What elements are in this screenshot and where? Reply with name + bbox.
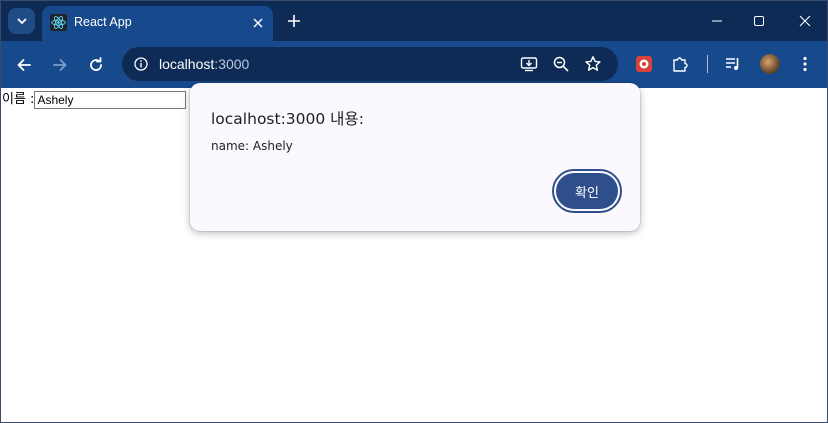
name-input[interactable] [34,91,187,109]
install-app-button[interactable] [519,54,539,74]
plus-icon [288,15,300,27]
toolbar-divider [707,55,708,73]
ok-button[interactable]: 확인 [552,169,622,213]
close-icon [799,15,811,27]
arrow-right-icon [53,59,67,71]
name-form-row: 이름 : [2,91,187,109]
tab-strip: React App [1,1,827,41]
active-tab[interactable]: React App [42,6,273,41]
browser-menu-button[interactable] [795,54,815,74]
url-host: localhost [159,56,215,72]
chevron-down-icon [17,18,26,25]
zoom-button[interactable] [551,54,571,74]
dialog-message: name: Ashely [211,139,293,153]
close-icon [253,18,263,28]
address-bar[interactable]: localhost:3000 [122,47,618,81]
name-label: 이름 : [2,92,35,107]
bookmark-button[interactable] [583,54,603,74]
zoom-out-icon [553,56,569,72]
browser-toolbar: localhost:3000 [1,41,827,88]
extension-app-icon [636,56,652,72]
info-icon [134,57,148,71]
extensions-menu-button[interactable] [670,54,690,74]
more-vertical-icon [803,56,807,72]
maximize-button[interactable] [748,11,770,31]
back-button[interactable] [12,53,36,77]
minimize-icon [712,20,722,22]
tab-search-button[interactable] [8,8,35,34]
minimize-button[interactable] [706,11,728,31]
star-icon [585,56,601,71]
forward-button[interactable] [48,53,72,77]
window-close-button[interactable] [794,11,816,31]
react-logo-icon [50,14,67,31]
new-tab-button[interactable] [284,11,304,31]
maximize-icon [754,16,764,26]
media-controls-button[interactable] [723,54,743,74]
url-port: :3000 [214,56,250,72]
arrow-left-icon [17,59,31,71]
reload-button[interactable] [84,53,108,77]
tab-close-button[interactable] [249,14,267,32]
ok-button-label: 확인 [556,173,618,209]
puzzle-icon [673,57,688,72]
url-text[interactable]: localhost:3000 [159,56,249,72]
dialog-title: localhost:3000 내용: [211,110,364,128]
install-icon [520,57,538,72]
playlist-icon [726,58,739,70]
profile-avatar[interactable] [760,54,780,74]
reload-icon [90,57,102,71]
site-info-button[interactable] [129,52,153,76]
browser-window: React App localhost:3000 이름: Ashely loc… [0,0,828,423]
tab-title: React App [74,15,132,29]
alert-dialog: localhost:3000 내용: name: Ashely 확인 [190,83,640,231]
extension-button[interactable] [634,54,654,74]
